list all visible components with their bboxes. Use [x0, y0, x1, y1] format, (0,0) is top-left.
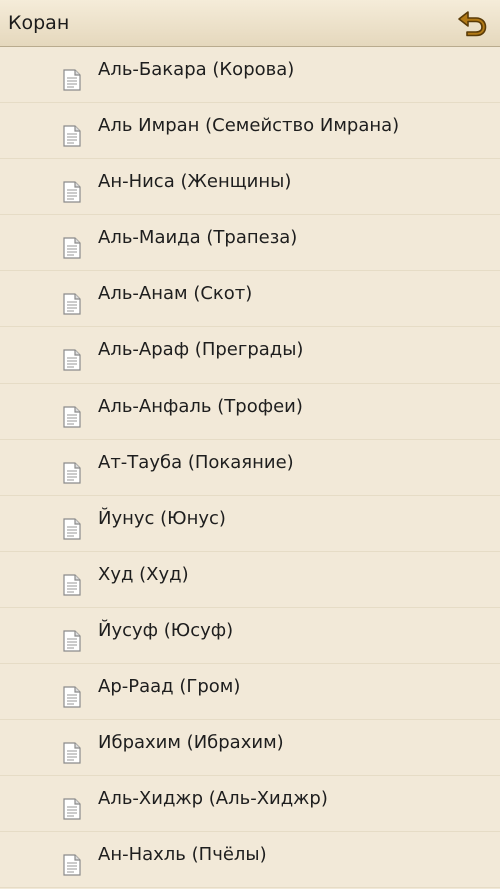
document-icon: [63, 349, 81, 372]
surah-label: Аль-Маида (Трапеза): [98, 227, 298, 249]
surah-list-item[interactable]: Йусуф (Юсуф): [0, 608, 500, 665]
surah-list-item[interactable]: Аль Имран (Семейство Имрана): [0, 103, 500, 160]
surah-list-item[interactable]: Аль-Араф (Преграды): [0, 327, 500, 384]
surah-label: Аль Имран (Семейство Имрана): [98, 115, 400, 137]
surah-label: Ан-Ниса (Женщины): [98, 171, 292, 193]
surah-list-item[interactable]: Йунус (Юнус): [0, 496, 500, 552]
document-icon: [63, 518, 81, 540]
back-arrow-icon: [458, 11, 487, 37]
title-bar: Коран: [0, 0, 500, 47]
document-icon: [63, 798, 81, 820]
document-icon: [63, 854, 81, 876]
document-icon: [63, 405, 81, 428]
surah-list-item[interactable]: Ан-Ниса (Женщины): [0, 159, 500, 216]
surah-list-item[interactable]: Ар-Раад (Гром): [0, 664, 500, 721]
document-icon: [63, 742, 81, 764]
document-icon: [63, 125, 81, 147]
app: Коран Аль-Бакара (Корова) Аль Имран (Семе…: [0, 0, 500, 889]
surah-list-item[interactable]: Ан-Нахль (Пчёлы): [0, 832, 500, 889]
back-button[interactable]: [454, 5, 490, 41]
surah-label: Аль-Хиджр (Аль-Хиджр): [98, 788, 328, 810]
surah-label: Йусуф (Юсуф): [98, 619, 234, 641]
document-icon: [63, 630, 81, 652]
surah-label: Ар-Раад (Гром): [98, 676, 241, 698]
document-icon: [63, 574, 81, 596]
surah-list-item[interactable]: Аль-Анфаль (Трофеи): [0, 384, 500, 440]
surah-label: Ибрахим (Ибрахим): [98, 732, 284, 754]
surah-list-item[interactable]: Ибрахим (Ибрахим): [0, 720, 500, 777]
surah-label: Йунус (Юнус): [98, 507, 226, 529]
surah-list-item[interactable]: Ат-Тауба (Покаяние): [0, 440, 500, 496]
surah-list-item[interactable]: Аль-Хиджр (Аль-Хиджр): [0, 776, 500, 833]
surah-label: Худ (Худ): [98, 563, 189, 585]
surah-label: Ат-Тауба (Покаяние): [98, 451, 294, 473]
surah-label: Аль-Анам (Скот): [98, 283, 253, 305]
surah-list-item[interactable]: Аль-Бакара (Корова): [0, 47, 500, 104]
surah-list-item[interactable]: Худ (Худ): [0, 552, 500, 608]
surah-label: Аль-Анфаль (Трофеи): [98, 395, 303, 417]
page-title: Коран: [8, 12, 70, 34]
document-icon: [63, 293, 81, 315]
surah-list-item[interactable]: Аль-Маида (Трапеза): [0, 215, 500, 272]
document-icon: [63, 237, 81, 259]
surah-list-item[interactable]: Аль-Анам (Скот): [0, 271, 500, 328]
document-icon: [63, 181, 81, 203]
document-icon: [63, 69, 81, 91]
surah-label: Аль-Бакара (Корова): [98, 59, 295, 80]
surah-label: Аль-Араф (Преграды): [98, 339, 304, 361]
document-icon: [63, 686, 81, 708]
surah-list: Аль-Бакара (Корова) Аль Имран (Семейство …: [0, 47, 500, 889]
surah-label: Ан-Нахль (Пчёлы): [98, 844, 267, 866]
document-icon: [63, 462, 81, 484]
